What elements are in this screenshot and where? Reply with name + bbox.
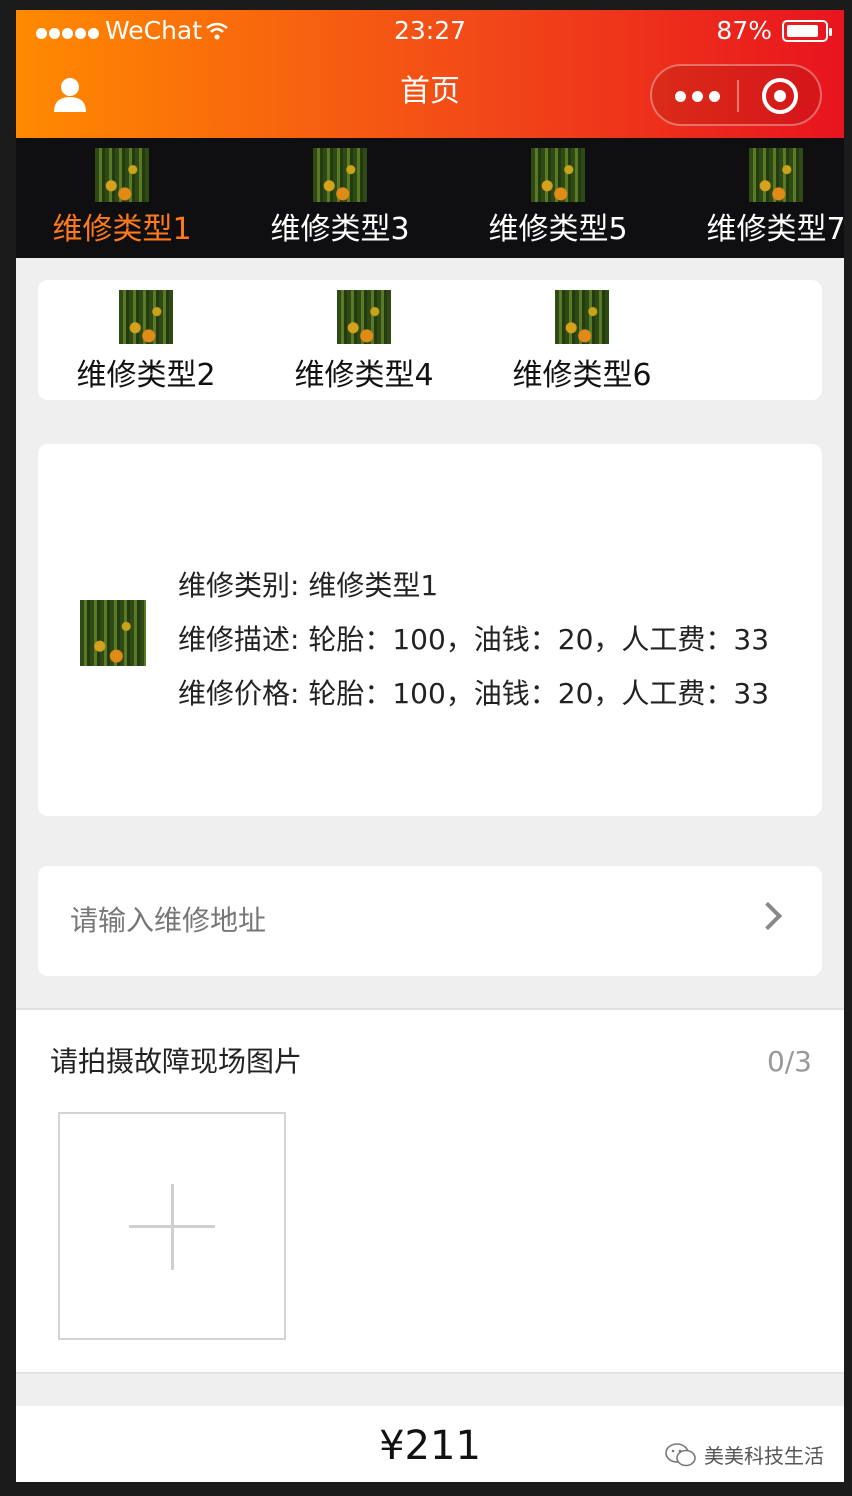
capsule-divider (737, 80, 739, 112)
sub-tab-label: 维修类型2 (76, 358, 216, 393)
watermark: 美美科技生活 (664, 1440, 824, 1469)
tab-repair-type-5[interactable]: 维修类型5 (458, 138, 658, 258)
sub-tab-repair-type-4[interactable]: 维修类型4 (264, 290, 464, 396)
sub-tab-label: 维修类型6 (512, 358, 652, 393)
close-target-icon[interactable] (762, 78, 798, 114)
battery-percent: 87% (716, 16, 772, 45)
sub-tab-thumbnail (119, 290, 173, 344)
sub-tab-label: 维修类型4 (294, 358, 434, 393)
repair-detail-card: 维修类别: 维修类型1 维修描述: 轮胎：100，油钱：20，人工费：33 维修… (38, 444, 822, 816)
category-tab-strip: 维修类型1 维修类型3 维修类型5 维修类型7 (16, 138, 844, 258)
plus-icon-vertical (171, 1184, 174, 1270)
battery-icon (782, 20, 832, 42)
address-placeholder: 请输入维修地址 (70, 904, 267, 937)
sub-tab-repair-type-6[interactable]: 维修类型6 (482, 290, 682, 396)
address-field[interactable]: 请输入维修地址 (38, 866, 822, 976)
photo-upload-section: 请拍摄故障现场图片 0/3 (16, 1008, 844, 1374)
repair-description: 维修描述: 轮胎：100，油钱：20，人工费：33 (178, 623, 770, 656)
chevron-right-icon (753, 901, 783, 931)
more-icon[interactable] (672, 80, 722, 112)
header: WeChat 23:27 87% 首页 (16, 10, 844, 138)
tab-repair-type-3[interactable]: 维修类型3 (240, 138, 440, 258)
sub-tab-thumbnail (337, 290, 391, 344)
sub-category-row: 维修类型2 维修类型4 维修类型6 (38, 280, 822, 400)
tab-thumbnail (95, 148, 149, 202)
repair-category: 维修类别: 维修类型1 (178, 569, 439, 602)
sub-tab-repair-type-2[interactable]: 维修类型2 (46, 290, 246, 396)
detail-thumbnail (80, 600, 146, 666)
tab-label: 维修类型5 (488, 212, 628, 247)
tab-thumbnail (749, 148, 803, 202)
sub-tab-thumbnail (555, 290, 609, 344)
bottom-bar: ¥211 美美科技生活 (16, 1406, 844, 1482)
tab-label: 维修类型3 (270, 212, 410, 247)
phone-screen: WeChat 23:27 87% 首页 维修类型1 维修类型3 维修类型5 维修… (16, 10, 844, 1482)
tab-thumbnail (313, 148, 367, 202)
status-bar-right: 87% (716, 16, 832, 46)
tab-label: 维修类型1 (52, 212, 192, 247)
wechat-logo-icon (665, 1442, 696, 1466)
tab-label: 维修类型7 (706, 212, 844, 247)
tab-repair-type-1[interactable]: 维修类型1 (22, 138, 222, 258)
watermark-text: 美美科技生活 (704, 1444, 824, 1468)
photo-count: 0/3 (766, 1045, 812, 1078)
repair-price: 维修价格: 轮胎：100，油钱：20，人工费：33 (178, 677, 770, 710)
photo-section-title: 请拍摄故障现场图片 (50, 1045, 303, 1078)
tab-thumbnail (531, 148, 585, 202)
tab-repair-type-7[interactable]: 维修类型7 (676, 138, 844, 258)
add-photo-button[interactable] (58, 1112, 286, 1340)
mini-program-capsule (650, 64, 822, 126)
